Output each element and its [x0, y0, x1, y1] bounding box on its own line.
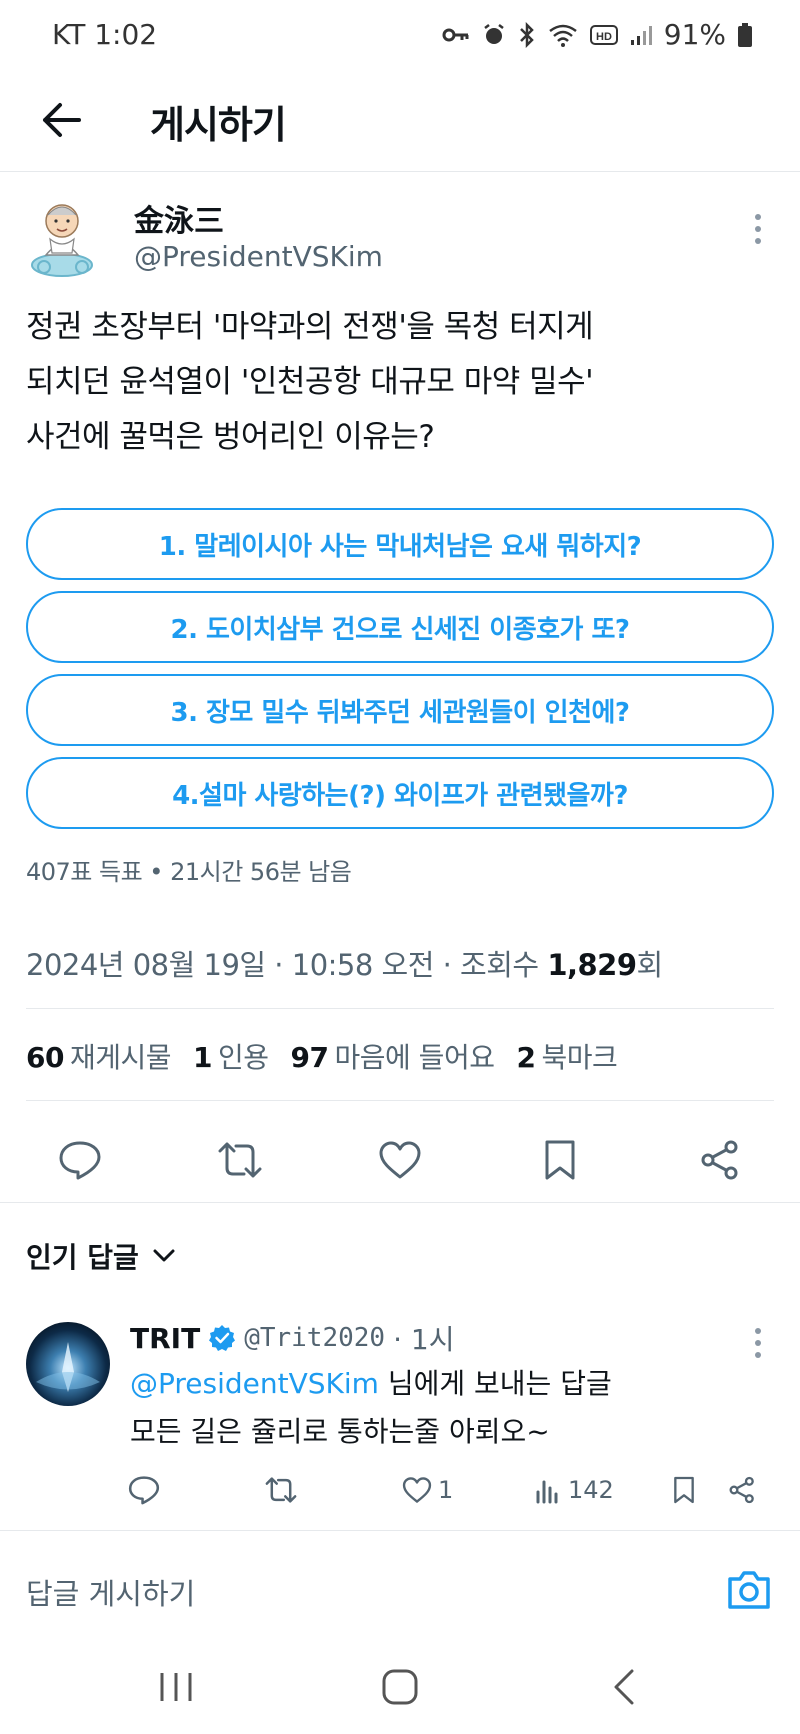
- divider: [26, 1100, 774, 1101]
- battery-percent: 91%: [663, 18, 726, 51]
- more-options-button[interactable]: [748, 212, 768, 246]
- divider: [0, 1202, 800, 1203]
- post-timestamp[interactable]: 2024년 08월 19일 · 10:58 오전 · 조회수 1,829회: [26, 942, 663, 984]
- alarm-icon: [484, 23, 504, 44]
- reply-bookmark-button[interactable]: [672, 1468, 696, 1512]
- reply-header: TRIT @Trit2020 · 1시: [130, 1318, 454, 1358]
- likes-stat[interactable]: 97 마음에 들어요: [291, 1036, 495, 1076]
- reply-author-name[interactable]: TRIT: [130, 1322, 200, 1355]
- status-icons: HD 91%: [442, 18, 752, 51]
- recent-apps-icon: [160, 1673, 192, 1701]
- bookmark-icon: [674, 1476, 694, 1504]
- reply-text: 모든 길은 쥴리로 통하는줄 아뢰오~: [130, 1415, 550, 1448]
- signal-icon: [630, 25, 652, 45]
- top-app-bar: 게시하기: [0, 72, 800, 172]
- reply-context-text: 님에게 보내는 답글: [378, 1367, 612, 1400]
- reply-context: @PresidentVSKim 님에게 보내는 답글: [130, 1362, 612, 1402]
- home-icon: [382, 1669, 418, 1705]
- reposts-stat[interactable]: 60 재게시물: [26, 1036, 172, 1076]
- post-stats: 60 재게시물 1 인용 97 마음에 들어요 2 북마크: [26, 1036, 618, 1076]
- reply-avatar[interactable]: [26, 1322, 110, 1406]
- reply-mention-link[interactable]: @PresidentVSKim: [130, 1367, 379, 1400]
- author-handle[interactable]: @PresidentVSKim: [134, 240, 383, 273]
- back-button[interactable]: [36, 94, 88, 146]
- poll-option-2[interactable]: 2. 도이치삼부 건으로 신세진 이종호가 또?: [26, 591, 774, 663]
- divider: [26, 1008, 774, 1009]
- analytics-icon: [536, 1480, 558, 1504]
- poll-option-3[interactable]: 3. 장모 밀수 뒤봐주던 세관원들이 인천에?: [26, 674, 774, 746]
- arrow-left-icon: [43, 103, 81, 137]
- quotes-stat[interactable]: 1 인용: [193, 1036, 269, 1076]
- like-button[interactable]: [368, 1128, 432, 1192]
- share-icon: [729, 1476, 754, 1504]
- repost-button[interactable]: [208, 1128, 272, 1192]
- hd-icon: HD: [589, 24, 618, 45]
- heart-icon: [402, 1477, 432, 1503]
- repost-icon: [265, 1477, 297, 1503]
- reply-time: · 1시: [393, 1323, 455, 1356]
- replies-sort-toggle[interactable]: 인기 답글: [26, 1236, 175, 1276]
- poll-option-1[interactable]: 1. 말레이시아 사는 막내처남은 요새 뭐하지?: [26, 508, 774, 580]
- reply-author-handle[interactable]: @Trit2020: [244, 1323, 385, 1353]
- reply-more-options-button[interactable]: [748, 1326, 768, 1360]
- view-count: 1,829: [547, 948, 637, 982]
- status-bar: KT 1:02 HD 91%: [0, 0, 800, 72]
- post-text-line: 되치던 윤석열이 '인천공항 대규모 마약 밀수': [26, 364, 594, 400]
- post-text-line: 정권 초장부터 '마약과의 전쟁'을 목청 터지게: [26, 309, 594, 345]
- camera-icon: [728, 1571, 770, 1609]
- reply-view-count: 142: [568, 1476, 614, 1504]
- reply-views-button[interactable]: 142: [534, 1468, 614, 1512]
- page-title: 게시하기: [150, 103, 287, 147]
- bookmark-icon: [545, 1140, 575, 1180]
- battery-icon: [738, 22, 752, 47]
- system-back-button[interactable]: [594, 1662, 654, 1712]
- key-icon: [442, 28, 469, 41]
- reply-share-button[interactable]: [728, 1468, 756, 1512]
- bluetooth-icon: [519, 21, 534, 48]
- carrier-time: KT 1:02: [52, 18, 158, 51]
- wifi-icon: [549, 24, 577, 47]
- share-button[interactable]: [688, 1128, 752, 1192]
- bookmarks-stat[interactable]: 2 북마크: [516, 1036, 617, 1076]
- replies-section-title: 인기 답글: [26, 1241, 139, 1274]
- more-vertical-icon: [755, 1328, 761, 1358]
- poll-option-4[interactable]: 4.설마 사랑하는(?) 와이프가 관련됐을까?: [26, 757, 774, 829]
- reply-icon: [128, 1476, 160, 1505]
- view-suffix: 회: [636, 948, 664, 982]
- repost-icon: [218, 1142, 262, 1178]
- reply-like-count: 1: [438, 1476, 454, 1504]
- system-navigation-bar: [0, 1640, 800, 1734]
- reply-icon: [59, 1141, 101, 1180]
- author-avatar[interactable]: [26, 195, 104, 279]
- post-action-bar: [0, 1128, 800, 1192]
- share-icon: [701, 1140, 738, 1180]
- reply-like-button[interactable]: 1: [402, 1468, 453, 1512]
- camera-button[interactable]: [726, 1567, 772, 1611]
- more-vertical-icon: [755, 214, 761, 244]
- reply-repost-button[interactable]: [264, 1468, 298, 1512]
- reply-reply-button[interactable]: [128, 1468, 160, 1512]
- post-text-line: 사건에 꿀먹은 벙어리인 이유는?: [26, 419, 435, 455]
- home-button[interactable]: [370, 1662, 430, 1712]
- author-name[interactable]: 金泳三: [134, 196, 224, 240]
- reply-composer: 답글 게시하기: [0, 1530, 800, 1640]
- poll-meta: 407표 득표 • 21시간 56분 남음: [26, 858, 352, 886]
- chevron-left-icon: [614, 1669, 634, 1705]
- heart-icon: [379, 1141, 421, 1179]
- post-text: 정권 초장부터 '마약과의 전쟁'을 목청 터지게 되치던 윤석열이 '인천공항…: [26, 300, 766, 465]
- chevron-down-icon: [153, 1249, 175, 1262]
- svg-text:HD: HD: [596, 31, 612, 43]
- reply-button[interactable]: [48, 1128, 112, 1192]
- timestamp-text: 2024년 08월 19일 · 10:58 오전 · 조회수: [26, 948, 548, 982]
- verified-badge-icon: [209, 1325, 236, 1351]
- bookmark-button[interactable]: [528, 1128, 592, 1192]
- recent-apps-button[interactable]: [146, 1662, 206, 1712]
- reply-input[interactable]: 답글 게시하기: [26, 1571, 195, 1613]
